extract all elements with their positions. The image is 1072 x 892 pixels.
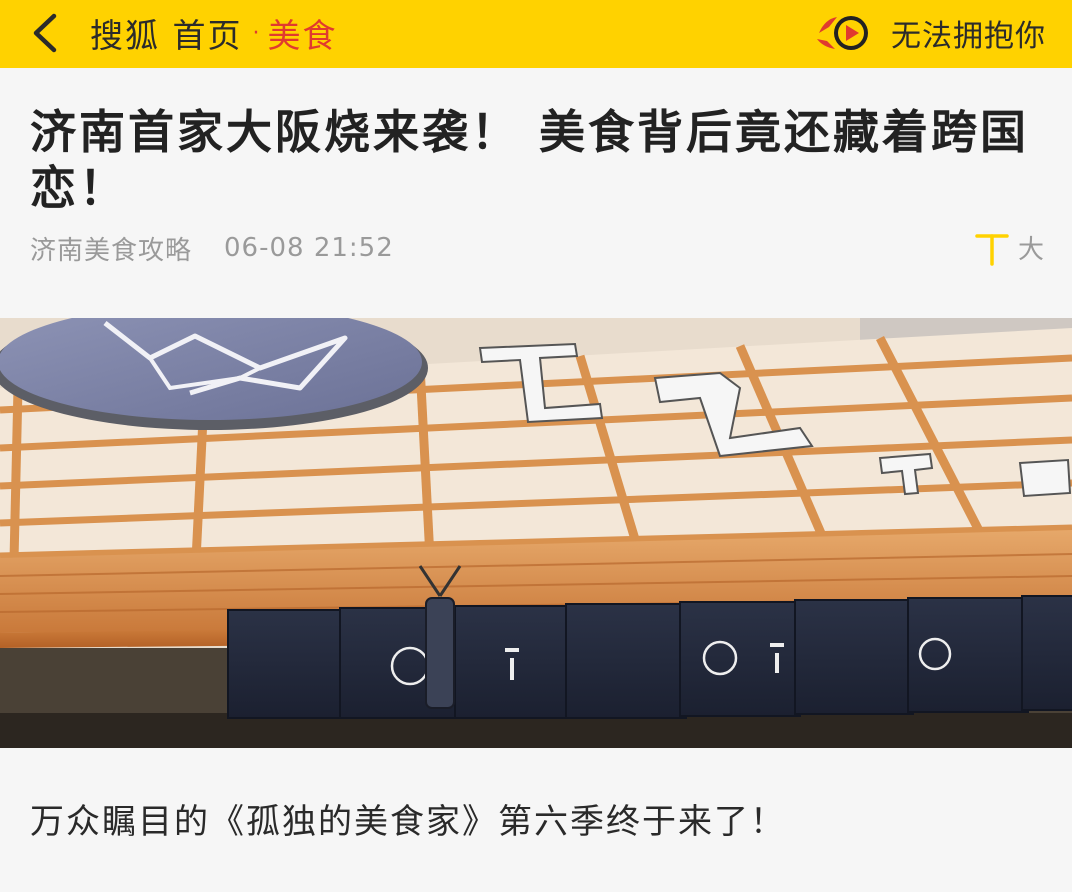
article-page: 搜狐 首页 · 美食 无法拥抱你 济南首家大阪烧来袭！ 美食背后竟还藏着跨国恋！… <box>0 0 1072 892</box>
site-home-link[interactable]: 搜狐 首页 <box>90 9 243 57</box>
top-bar: 搜狐 首页 · 美食 无法拥抱你 <box>0 0 1072 68</box>
channel-link[interactable]: 美食 <box>268 9 338 57</box>
font-size-label: 大 <box>1017 235 1044 265</box>
breadcrumb-separator: · <box>252 20 262 46</box>
article-paragraph: 万众瞩目的《孤独的美食家》第六季终于来了！ <box>30 802 786 842</box>
article-title: 济南首家大阪烧来袭！ 美食背后竟还藏着跨国恋！ <box>30 105 1030 215</box>
audio-player-button[interactable]: 无法拥抱你 <box>815 8 1046 58</box>
audio-title: 无法拥抱你 <box>891 19 1046 54</box>
play-circle-icon <box>817 16 868 50</box>
author-link[interactable]: 济南美食攻略 <box>30 230 192 267</box>
breadcrumb: 搜狐 首页 · 美食 <box>90 8 338 58</box>
publish-time: 06-08 21:52 <box>224 233 394 263</box>
font-size-button[interactable]: 大 <box>974 224 1044 268</box>
back-button[interactable] <box>22 8 72 58</box>
text-size-icon <box>975 234 1009 266</box>
chevron-left-icon <box>33 13 57 53</box>
article-meta: 济南美食攻略 06-08 21:52 <box>30 228 394 268</box>
hero-image[interactable] <box>0 318 1072 748</box>
restaurant-storefront-photo <box>0 318 1072 748</box>
